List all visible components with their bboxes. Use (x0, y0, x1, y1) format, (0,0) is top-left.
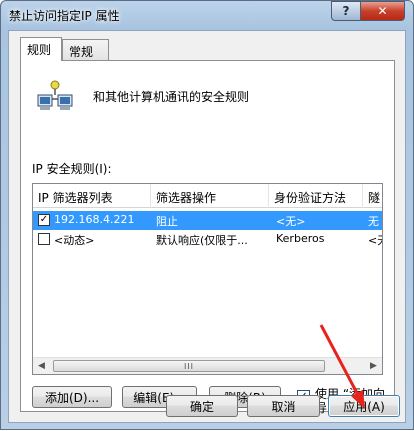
horizontal-scrollbar[interactable]: ◀ III ▶ (33, 357, 382, 374)
cell-action: 阻止 (156, 215, 178, 228)
cell-tunnel: 无 (368, 215, 379, 228)
column-header-filter-action[interactable]: 筛选器操作 (151, 184, 269, 208)
cell-tunnel: <无 (368, 234, 382, 247)
cancel-button[interactable]: 取消 (247, 395, 320, 417)
rule-checkbox-unchecked[interactable] (38, 233, 50, 245)
column-header-filter-list[interactable]: IP 筛选器列表 (33, 184, 151, 208)
rules-list-label: IP 安全规则(I): (32, 162, 112, 176)
network-computers-icon (37, 80, 73, 110)
rule-checkbox-checked[interactable]: ✓ (38, 214, 50, 226)
ok-button[interactable]: 确定 (166, 395, 238, 417)
list-header: IP 筛选器列表 筛选器操作 身份验证方法 隧 (33, 184, 382, 208)
dialog-client: 规则 常规 和其他计算机通讯的安全规则 IP 安全规则(I): IP 筛选器列表… (8, 30, 406, 423)
cell-filter: 192.168.4.221 (54, 213, 135, 226)
table-row[interactable]: <动态> 默认响应(仅限于... Kerberos <无 (33, 230, 382, 249)
scroll-left-icon[interactable]: ◀ (33, 358, 50, 374)
column-header-auth-method[interactable]: 身份验证方法 (269, 184, 363, 208)
table-row[interactable]: ✓ 192.168.4.221 阻止 <无> 无 (33, 211, 382, 230)
close-icon: ✕ (377, 4, 388, 18)
tab-rules[interactable]: 规则 (20, 37, 62, 61)
cell-auth: <无> (276, 215, 306, 228)
window-title: 禁止访问指定IP 属性 (9, 9, 120, 23)
panel-header-text: 和其他计算机通讯的安全规则 (93, 90, 250, 104)
title-bar[interactable]: 禁止访问指定IP 属性 ? ✕ (1, 1, 413, 29)
scrollbar-thumb[interactable]: III (53, 360, 325, 372)
cell-action: 默认响应(仅限于... (156, 234, 248, 247)
add-button[interactable]: 添加(D)... (32, 386, 112, 408)
help-icon: ? (342, 4, 350, 18)
help-button[interactable]: ? (331, 1, 361, 21)
apply-button[interactable]: 应用(A) (328, 395, 400, 417)
tab-general[interactable]: 常规 (62, 39, 109, 60)
scroll-right-icon[interactable]: ▶ (365, 358, 382, 374)
grip-icon: III (183, 361, 195, 371)
ip-security-rules-list[interactable]: IP 筛选器列表 筛选器操作 身份验证方法 隧 ✓ 192.168.4.221 … (32, 183, 383, 375)
rules-panel: 和其他计算机通讯的安全规则 IP 安全规则(I): IP 筛选器列表 筛选器操作… (20, 60, 395, 415)
properties-dialog: 禁止访问指定IP 属性 ? ✕ 规则 常规 和其他计算机通讯的安全规则 IP 安 (0, 0, 414, 430)
cell-auth: Kerberos (276, 232, 325, 245)
cell-filter: <动态> (54, 234, 95, 247)
close-button[interactable]: ✕ (360, 1, 405, 21)
column-header-tunnel[interactable]: 隧 (363, 184, 382, 208)
